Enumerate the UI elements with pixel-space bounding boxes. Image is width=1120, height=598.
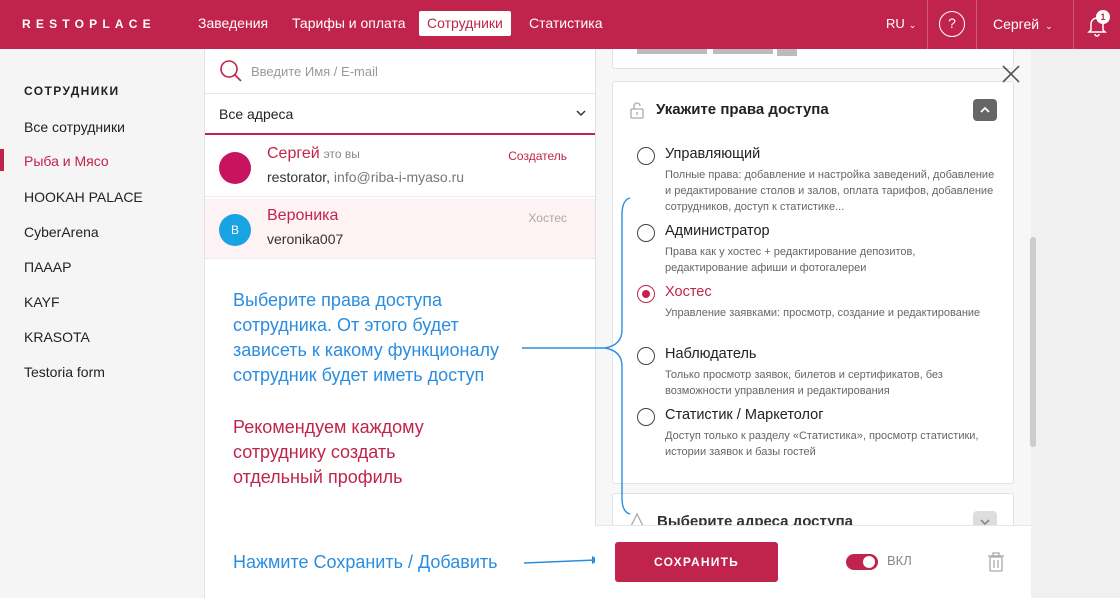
radio-administrator[interactable] <box>637 224 655 242</box>
permissions-card: Укажите права доступа Управляющий Полные… <box>612 81 1014 484</box>
search-icon <box>220 60 242 82</box>
role-description: Только просмотр заявок, билетов и сертиф… <box>665 369 943 397</box>
save-button[interactable]: СОХРАНИТЬ <box>615 542 778 582</box>
employee-email: info@riba-i-myaso.ru <box>333 169 465 185</box>
employee-login: restorator, <box>267 169 331 185</box>
divider <box>927 0 928 49</box>
trash-icon[interactable] <box>988 552 1004 572</box>
modal-scrollbar[interactable] <box>1030 237 1036 447</box>
divider <box>1073 0 1074 49</box>
role-name: Управляющий <box>665 146 761 162</box>
sidebar-item-all-employees[interactable]: Все сотрудники <box>24 119 125 135</box>
nav-item-employees[interactable]: Сотрудники <box>419 11 511 36</box>
role-name: Администратор <box>665 223 770 239</box>
you-label: это вы <box>323 147 360 161</box>
search-input[interactable]: Введите Имя / E-mail <box>251 64 378 79</box>
nav-item-venues[interactable]: Заведения <box>190 11 276 36</box>
chevron-down-icon: ⌄ <box>1045 21 1053 31</box>
toggle-label: ВКЛ <box>887 553 912 568</box>
employee-name-line: Сергей это вы <box>267 145 360 163</box>
nav-item-statistics[interactable]: Статистика <box>521 11 611 36</box>
employee-row[interactable]: Сергей это вы restorator, info@riba-i-mya… <box>205 137 596 197</box>
radio-statistician[interactable] <box>637 408 655 426</box>
hint-profile-line-2: сотруднику создать <box>233 442 396 462</box>
role-name: Наблюдатель <box>665 346 757 362</box>
address-filter-value: Все адреса <box>219 106 294 122</box>
hint-access-line-4: сотрудник будет иметь доступ <box>233 365 485 385</box>
avatar <box>219 152 251 184</box>
sidebar-item-kayf[interactable]: KAYF <box>24 294 60 310</box>
collapse-button[interactable] <box>973 99 997 121</box>
chevron-up-icon <box>980 106 990 113</box>
hint-profile-line-3: отдельный профиль <box>233 467 403 487</box>
radio-hostess[interactable] <box>637 285 655 303</box>
sidebar: СОТРУДНИКИ Все сотрудники Рыба и Мясо HO… <box>0 49 204 598</box>
sidebar-item-krasota[interactable]: KRASOTA <box>24 329 90 345</box>
avatar: В <box>219 214 251 246</box>
permissions-title: Укажите права доступа <box>656 101 829 118</box>
employee-role-badge: Хостес <box>528 211 567 225</box>
sidebar-item-paaar[interactable]: ПААAP <box>24 259 71 275</box>
sidebar-item-riba-i-myaso[interactable]: Рыба и Мясо <box>24 153 109 169</box>
notification-badge: 1 <box>1096 10 1110 24</box>
role-name: Хостес <box>665 284 712 300</box>
modal-footer: СОХРАНИТЬ ВКЛ <box>595 525 1031 598</box>
search-bar[interactable]: Введите Имя / E-mail <box>205 49 596 94</box>
unlock-icon <box>630 102 644 119</box>
employee-role-badge: Создатель <box>508 149 567 163</box>
sidebar-item-cyberarena[interactable]: CyberArena <box>24 224 99 240</box>
previous-section-card <box>612 49 1014 69</box>
hint-access-line-3: зависеть к какому функционалу <box>233 340 499 360</box>
employee-login-line: restorator, info@riba-i-myaso.ru <box>267 169 464 185</box>
close-icon[interactable] <box>1001 64 1021 84</box>
access-modal: Укажите права доступа Управляющий Полные… <box>595 49 1031 598</box>
radio-manager[interactable] <box>637 147 655 165</box>
employee-row-selected[interactable]: В Вероника veronika007 Хостес <box>205 199 596 259</box>
sidebar-item-hookah-palace[interactable]: HOOKAH PALACE <box>24 189 143 205</box>
hint-profile-line-1: Рекомендуем каждому <box>233 417 424 437</box>
address-filter-select[interactable]: Все адреса <box>205 95 596 135</box>
language-selector[interactable]: RU ⌄ <box>886 16 916 31</box>
role-description: Управление заявками: просмотр, создание … <box>665 307 981 319</box>
hint-access-line-1: Выберите права доступа <box>233 290 443 310</box>
role-description: Права как у хостес + редактирование депо… <box>665 246 916 274</box>
sidebar-title: СОТРУДНИКИ <box>24 84 120 98</box>
role-description: Доступ только к разделу «Статистика», пр… <box>665 430 979 458</box>
active-toggle[interactable] <box>846 554 878 570</box>
employee-name: Вероника <box>267 207 339 224</box>
employee-name: Сергей <box>267 145 320 162</box>
app-logo[interactable]: RESTOPLACE <box>22 17 156 31</box>
role-name: Статистик / Маркетолог <box>665 407 824 423</box>
role-description: Полные права: добавление и настройка зав… <box>665 169 995 213</box>
radio-observer[interactable] <box>637 347 655 365</box>
sidebar-item-testoria-form[interactable]: Testoria form <box>24 364 105 380</box>
hint-save: Нажмите Сохранить / Добавить <box>233 552 498 572</box>
user-name: Сергей <box>993 16 1040 32</box>
user-menu[interactable]: Сергей ⌄ <box>993 16 1053 32</box>
chevron-down-icon <box>576 110 586 117</box>
employee-login: veronika007 <box>267 231 344 247</box>
cut-off-text <box>637 49 797 56</box>
active-marker <box>0 149 4 171</box>
help-icon[interactable]: ? <box>939 11 965 37</box>
language-label: RU <box>886 16 905 31</box>
chevron-down-icon: ⌄ <box>908 20 917 30</box>
nav-item-tariffs[interactable]: Тарифы и оплата <box>284 11 414 36</box>
divider <box>976 0 977 49</box>
hint-access-line-2: сотрудника. От этого будет <box>233 315 459 335</box>
top-navigation-bar: RESTOPLACE Заведения Тарифы и оплата Сот… <box>0 0 1120 49</box>
